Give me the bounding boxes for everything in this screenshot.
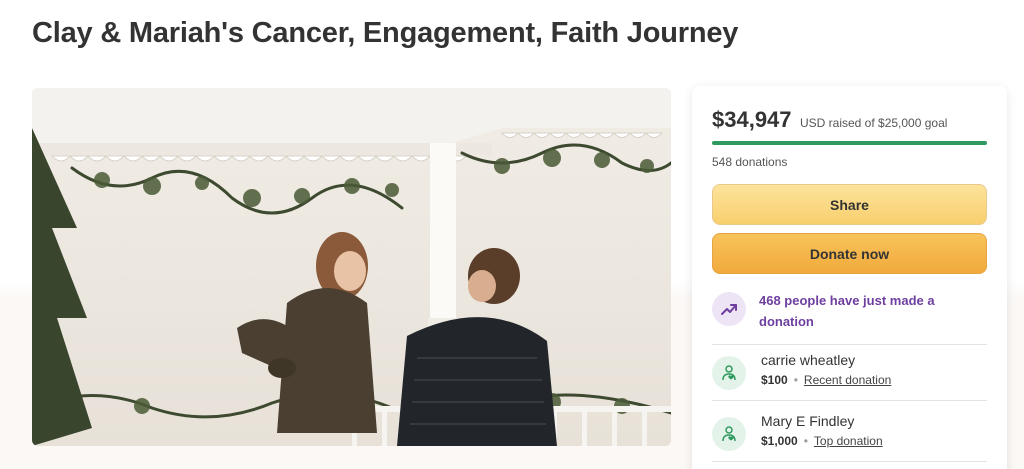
donor-name: carrie wheatley — [761, 352, 856, 368]
recent-donation-link[interactable]: Recent donation — [804, 373, 891, 387]
progress-bar — [712, 141, 987, 145]
donor-item: Mary E Findley $1,000 • Top donation — [712, 413, 987, 463]
trending-up-icon — [712, 292, 746, 326]
donation-card: $34,947 USD raised of $25,000 goal 548 d… — [692, 86, 1007, 469]
donate-now-button[interactable]: Donate now — [712, 233, 987, 274]
raised-goal-text: USD raised of $25,000 goal — [799, 116, 948, 130]
recent-activity-banner: 468 people have just made a donation — [712, 289, 987, 339]
donor-meta: $1,000 • Top donation — [761, 434, 883, 448]
share-button[interactable]: Share — [712, 184, 987, 225]
hero-photo-illustration — [32, 88, 671, 446]
donor-heart-hand-icon — [712, 356, 746, 390]
donor-amount: $1,000 — [761, 434, 798, 448]
donor-name: Mary E Findley — [761, 413, 855, 429]
donor-item: carrie wheatley $100 • Recent donation — [712, 352, 987, 402]
donation-count: 548 donations — [712, 155, 788, 169]
top-donation-link[interactable]: Top donation — [814, 434, 883, 448]
separator-dot: • — [803, 434, 808, 448]
separator-dot: • — [793, 373, 798, 387]
divider — [712, 344, 987, 345]
divider — [712, 461, 987, 462]
raised-amount: $34,947 — [712, 107, 792, 132]
progress-bar-fill — [712, 141, 987, 145]
hero-photo[interactable] — [32, 88, 671, 446]
donor-meta: $100 • Recent donation — [761, 373, 891, 387]
divider — [712, 400, 987, 401]
recent-activity-text: 468 people have just made a donation — [759, 293, 935, 329]
raised-summary: $34,947 USD raised of $25,000 goal — [712, 107, 947, 133]
donor-amount: $100 — [761, 373, 788, 387]
donor-heart-hand-icon — [712, 417, 746, 451]
page-title: Clay & Mariah's Cancer, Engagement, Fait… — [32, 17, 739, 49]
